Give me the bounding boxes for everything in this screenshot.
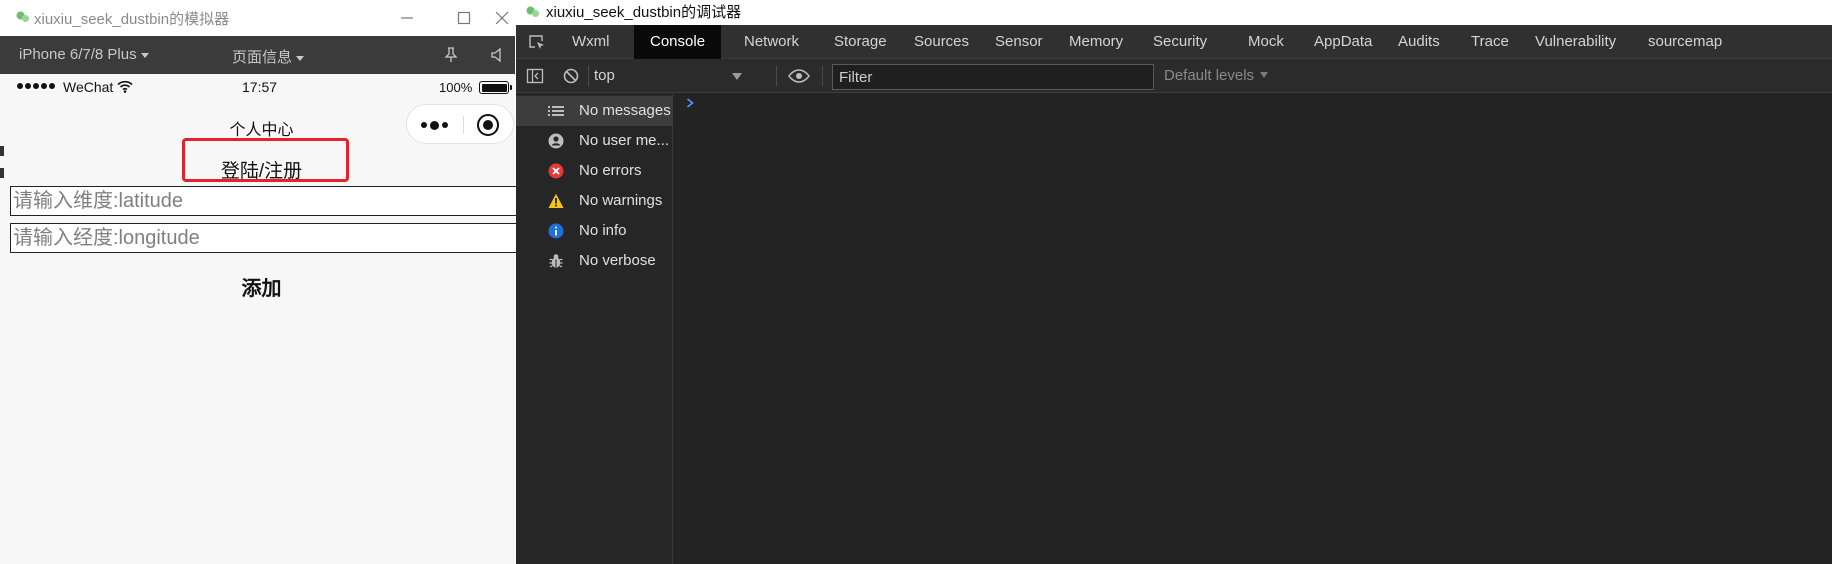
latitude-input[interactable] [11, 187, 518, 215]
page-info-label: 页面信息 [232, 49, 293, 66]
tab-sourcemap[interactable]: sourcemap [1632, 25, 1738, 59]
longitude-input[interactable] [11, 224, 518, 252]
tab-wxml[interactable]: Wxml [556, 25, 626, 59]
phone-screen: WeChat 17:57 100% 个人中心 登陆/注册 添加 [4, 74, 519, 564]
context-label: top [594, 67, 615, 84]
sidebar-item-warnings[interactable]: No warnings [516, 186, 673, 216]
tab-network[interactable]: Network [728, 25, 815, 59]
window-edge-mark [0, 168, 4, 178]
sidebar-item-label: No user me... [579, 132, 670, 149]
dropdown-arrow-icon [732, 73, 742, 80]
sidebar-item-errors[interactable]: No errors [516, 156, 673, 186]
signal-icon [17, 83, 55, 89]
battery-percent: 100% [439, 80, 473, 95]
window-edge-mark [0, 146, 4, 156]
tab-memory[interactable]: Memory [1053, 25, 1139, 59]
tab-sources[interactable]: Sources [898, 25, 985, 59]
console-toolbar: top Default levels [516, 59, 1832, 93]
dropdown-arrow-icon [1260, 72, 1269, 78]
phone-statusbar: WeChat 17:57 100% [4, 74, 515, 100]
list-icon [548, 106, 564, 116]
longitude-field[interactable] [10, 223, 519, 253]
filter-input[interactable] [833, 65, 1153, 89]
carrier-label: WeChat [63, 79, 114, 95]
toolbar-divider [822, 66, 823, 86]
sidebar-item-label: No messages [579, 102, 671, 119]
info-icon [548, 223, 564, 239]
toolbar-divider [776, 66, 777, 86]
add-button[interactable]: 添加 [4, 272, 519, 301]
tab-appdata[interactable]: AppData [1298, 25, 1388, 59]
error-icon [548, 163, 564, 179]
device-label: iPhone 6/7/8 Plus [19, 46, 137, 63]
console-output[interactable] [674, 94, 1832, 564]
menu-capsule [406, 104, 514, 144]
page-info-select[interactable]: 页面信息 [232, 46, 305, 67]
device-select[interactable]: iPhone 6/7/8 Plus [19, 46, 149, 63]
toggle-sidebar-icon[interactable] [526, 67, 544, 85]
sidebar-item-info[interactable]: No info [516, 216, 673, 246]
simulator-title: xiuxiu_seek_dustbin的模拟器 [34, 11, 230, 28]
clear-console-icon[interactable] [562, 67, 580, 85]
wifi-icon [117, 80, 133, 93]
minimize-button[interactable] [394, 6, 420, 30]
debugger-window: xiuxiu_seek_dustbin的调试器 Wxml Console Net… [516, 0, 1832, 564]
sidebar-item-label: No errors [579, 162, 642, 179]
latitude-field[interactable] [10, 186, 519, 216]
warning-icon [548, 193, 564, 208]
battery-icon [479, 81, 512, 94]
sidebar-item-verbose[interactable]: No verbose [516, 246, 673, 276]
simulator-toolbar: iPhone 6/7/8 Plus 页面信息 [0, 36, 515, 74]
simulator-titlebar: xiuxiu_seek_dustbin的模拟器 [0, 0, 515, 36]
sidebar-item-user-messages[interactable]: No user me... [516, 126, 673, 156]
simulator-window: xiuxiu_seek_dustbin的模拟器 iPhone 6/7/8 Plu… [0, 0, 519, 564]
pin-icon[interactable] [444, 47, 458, 63]
wechat-devtools-icon [16, 11, 29, 22]
minimize-icon [401, 17, 413, 19]
highlight-annotation-box [182, 138, 349, 182]
status-time: 17:57 [242, 79, 278, 95]
sidebar-item-messages[interactable]: No messages [516, 96, 673, 126]
log-levels-label: Default levels [1164, 67, 1255, 84]
log-levels-select[interactable]: Default levels [1164, 67, 1269, 84]
prompt-chevron-icon [687, 98, 694, 108]
context-select[interactable]: top [586, 64, 748, 88]
inspect-element-icon[interactable] [528, 34, 546, 50]
chevron-down-icon [296, 55, 305, 61]
miniprogram-close-icon[interactable] [477, 114, 499, 136]
chevron-down-icon [140, 52, 149, 58]
close-icon [495, 11, 509, 25]
more-icon[interactable] [421, 118, 457, 132]
tab-vulnerability[interactable]: Vulnerability [1519, 25, 1632, 59]
sidebar-item-label: No verbose [579, 252, 656, 269]
maximize-button[interactable] [451, 6, 477, 30]
tab-audits[interactable]: Audits [1382, 25, 1456, 59]
tab-sensor[interactable]: Sensor [979, 25, 1059, 59]
user-icon [548, 133, 564, 149]
debugger-titlebar: xiuxiu_seek_dustbin的调试器 [516, 0, 1832, 25]
wechat-devtools-icon [526, 6, 539, 17]
sidebar-item-label: No info [579, 222, 627, 239]
tab-console[interactable]: Console [634, 25, 722, 59]
sidebar-item-label: No warnings [579, 192, 663, 209]
capsule-divider [463, 116, 464, 134]
tab-trace[interactable]: Trace [1455, 25, 1525, 59]
tab-storage[interactable]: Storage [818, 25, 903, 59]
maximize-icon [457, 11, 471, 25]
debugger-title: xiuxiu_seek_dustbin的调试器 [546, 4, 742, 21]
filter-field[interactable] [832, 64, 1154, 90]
devtools-tabbar: Wxml Console Network Storage Sources Sen… [516, 25, 1832, 59]
tab-security[interactable]: Security [1137, 25, 1223, 59]
bug-icon [549, 254, 563, 268]
tab-mock[interactable]: Mock [1232, 25, 1300, 59]
eye-icon[interactable] [788, 69, 810, 83]
close-window-button[interactable] [489, 6, 515, 30]
console-sidebar: No messages No user me... No errors No w… [516, 94, 673, 564]
sound-icon[interactable] [490, 47, 506, 63]
